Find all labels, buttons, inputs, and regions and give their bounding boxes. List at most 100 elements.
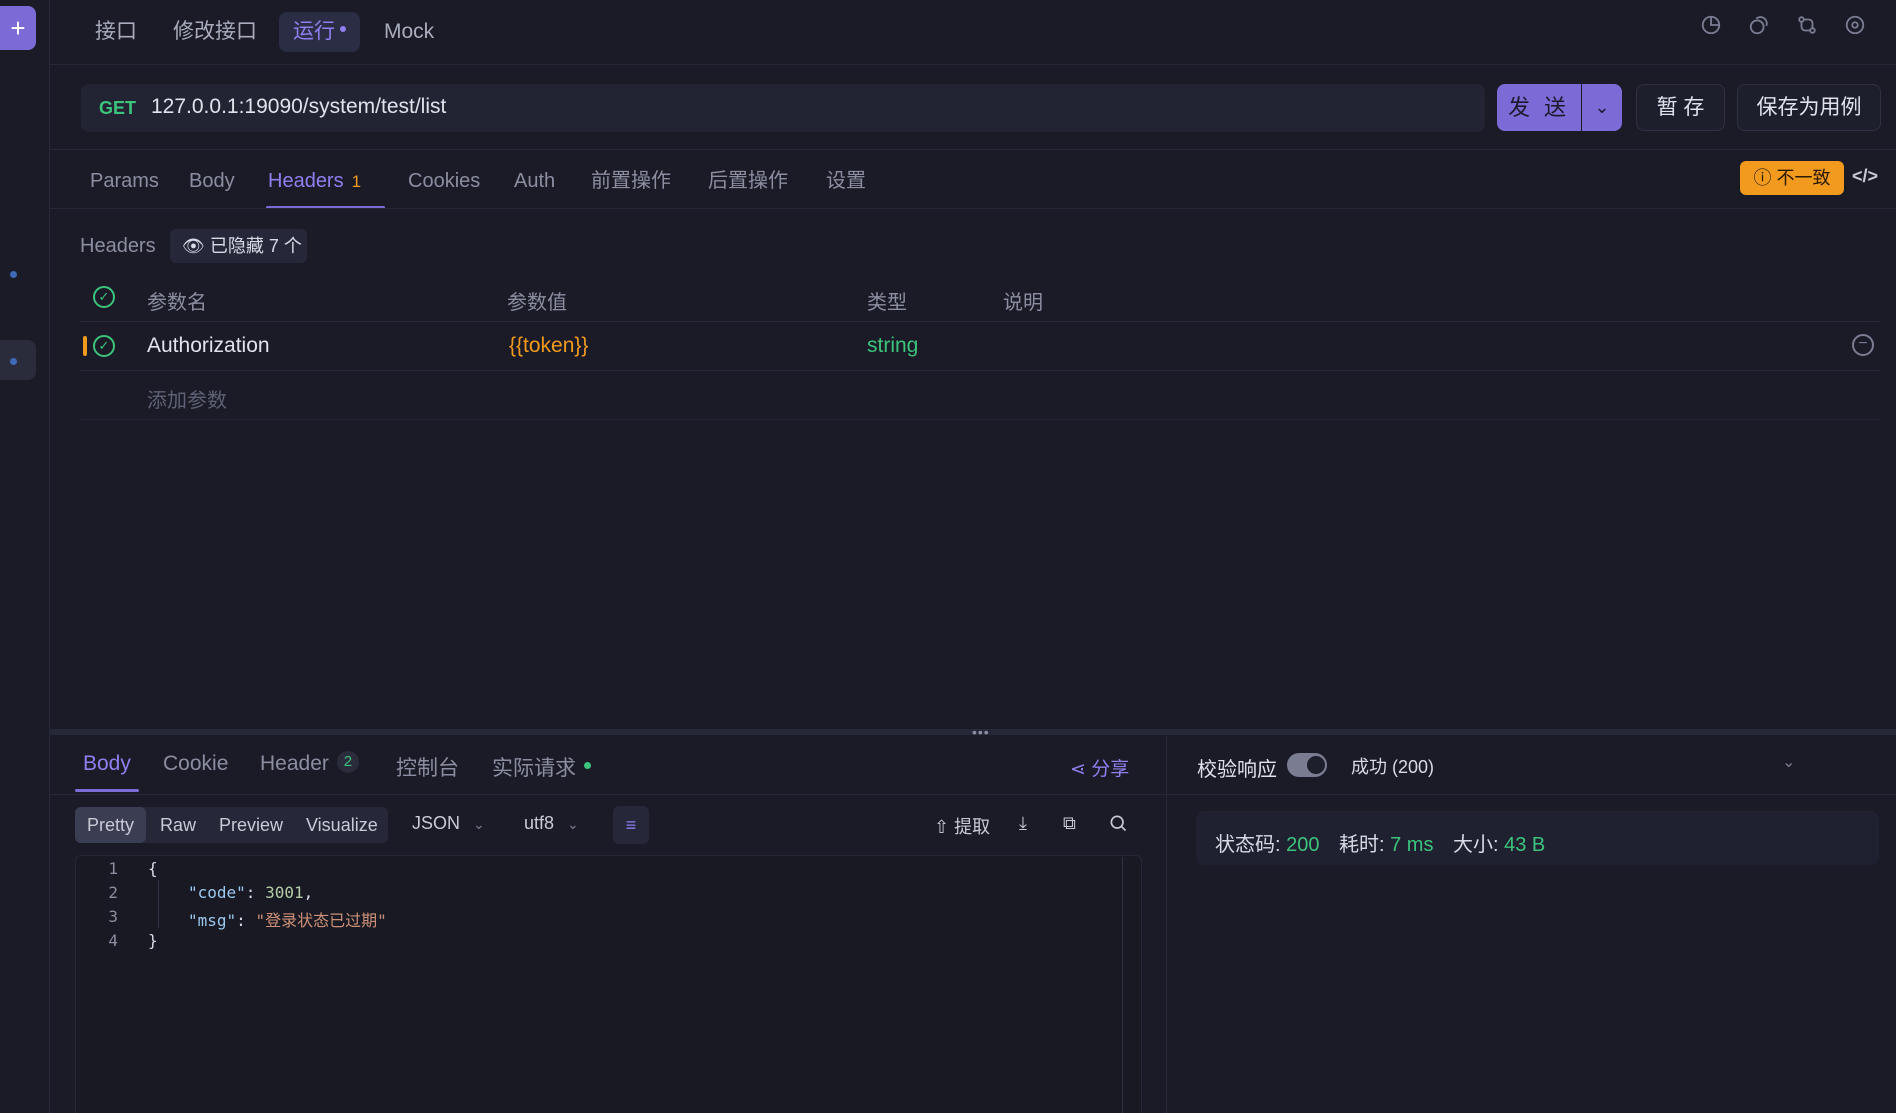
download-icon[interactable]: ⤓ (1019, 813, 1027, 834)
remove-row-icon[interactable]: − (1852, 334, 1874, 356)
git-compare-icon[interactable] (1792, 14, 1822, 44)
save-as-case-button[interactable]: 保存为用例 (1737, 84, 1881, 131)
encoding-select[interactable]: utf8 ⌄ (524, 813, 579, 834)
tab-post-actions[interactable]: 后置操作 (708, 166, 788, 206)
row-divider (80, 321, 1880, 322)
http-method[interactable]: GET (99, 98, 136, 119)
validate-response-toggle[interactable] (1287, 753, 1327, 777)
line-number: 1 (108, 859, 118, 878)
share-button[interactable]: ⋖ 分享 (1070, 754, 1129, 781)
header-type-cell[interactable]: string (867, 334, 918, 358)
tab-headers-label: Headers (268, 170, 344, 192)
unsaved-dot (340, 26, 346, 33)
resp-tab-console[interactable]: 控制台 (396, 752, 459, 782)
word-wrap-icon[interactable]: ≡ (613, 806, 649, 844)
resp-tab-actual-request[interactable]: 实际请求 (492, 752, 591, 782)
extract-button[interactable]: ⇧ 提取 (934, 813, 990, 839)
row-divider (80, 370, 1880, 371)
time-label: 耗时: (1339, 834, 1385, 856)
add-param-input[interactable]: 添加参数 (147, 384, 227, 413)
format-visualize[interactable]: Visualize (294, 807, 390, 843)
column-header-desc: 说明 (1003, 292, 1043, 314)
tab-headers[interactable]: Headers 1 (268, 166, 361, 206)
left-rail (0, 0, 50, 1113)
rail-indicator-dot (10, 271, 17, 278)
tab-edit-api[interactable]: 修改接口 (159, 12, 271, 52)
chevron-down-icon: ⌄ (473, 816, 485, 832)
hidden-headers-label: 已隐藏 7 个 (209, 236, 302, 256)
divider (50, 794, 1166, 795)
line-number: 3 (108, 907, 118, 926)
json-key: "msg" (188, 911, 237, 930)
json-string: "登录状态已过期" (255, 911, 387, 930)
send-button[interactable]: 发 送 (1497, 84, 1581, 131)
validation-result[interactable]: 成功 (200) (1351, 753, 1434, 779)
format-preview[interactable]: Preview (207, 807, 295, 843)
add-button[interactable]: + (0, 6, 36, 50)
upload-circle-icon: ⇧ (934, 817, 950, 837)
tab-params[interactable]: Params (90, 166, 159, 206)
resp-tab-cookie[interactable]: Cookie (163, 752, 228, 776)
language-select[interactable]: JSON ⌄ (412, 813, 485, 834)
chevron-down-icon: ⌄ (567, 816, 579, 832)
encoding-value: utf8 (524, 813, 555, 833)
format-pretty[interactable]: Pretty (75, 807, 147, 843)
time-stat: 耗时: 7 ms (1339, 828, 1433, 857)
search-icon[interactable] (1108, 813, 1128, 838)
hidden-headers-toggle[interactable]: 👁 已隐藏 7 个 (170, 229, 307, 263)
code-line: "msg": "登录状态已过期" (188, 911, 387, 930)
validate-response-label: 校验响应 (1197, 759, 1277, 781)
tab-cookies[interactable]: Cookies (408, 166, 480, 206)
settings-icon[interactable] (1840, 14, 1870, 44)
resp-tab-header[interactable]: Header 2 (260, 751, 359, 776)
language-value: JSON (412, 813, 461, 833)
column-header-value: 参数值 (507, 292, 567, 314)
divider (50, 64, 1896, 65)
divider (50, 149, 1896, 150)
extract-label: 提取 (954, 817, 991, 837)
tab-mock[interactable]: Mock (370, 12, 448, 52)
mismatch-label: 不一致 (1776, 168, 1831, 188)
copy-icon[interactable]: ⧉ (1063, 813, 1076, 834)
send-dropdown-button[interactable]: ⌄ (1582, 84, 1622, 131)
share-icon: ⋖ (1070, 759, 1086, 780)
chevron-down-icon: ⌄ (1594, 97, 1610, 117)
editor-scrollbar[interactable] (1122, 857, 1123, 1113)
indent-guide (158, 880, 159, 928)
pie-chart-icon[interactable] (1696, 14, 1726, 44)
line-number: 2 (108, 883, 118, 902)
headers-count-badge: 1 (351, 172, 362, 191)
json-key: "code" (188, 883, 246, 902)
code-line: "code": 3001, (188, 883, 314, 902)
line-number: 4 (108, 931, 118, 950)
drag-handle-icon[interactable]: ••• (972, 724, 990, 740)
tab-pre-actions[interactable]: 前置操作 (591, 166, 671, 206)
divider (1166, 794, 1896, 795)
url-input[interactable]: 127.0.0.1:19090/system/test/list (151, 95, 446, 119)
column-header-name: 参数名 (147, 292, 207, 314)
size-label: 大小: (1453, 834, 1499, 856)
modified-marker (83, 336, 87, 356)
chevron-down-icon[interactable]: ⌄ (1782, 752, 1795, 772)
code-line: { (148, 859, 158, 878)
format-raw[interactable]: Raw (148, 807, 208, 843)
save-draft-button[interactable]: 暂 存 (1636, 84, 1725, 131)
mismatch-badge[interactable]: ⓘ 不一致 (1740, 161, 1844, 195)
header-name-cell[interactable]: Authorization (147, 334, 270, 358)
tab-run[interactable]: 运行 (279, 12, 360, 52)
rail-selected-item[interactable] (0, 340, 36, 380)
tab-body[interactable]: Body (189, 166, 235, 206)
row-checkbox[interactable]: ✓ (93, 335, 115, 357)
rail-indicator-dot (10, 358, 17, 365)
select-all-checkbox[interactable]: ✓ (93, 286, 115, 308)
header-value-cell[interactable]: {{token}} (509, 334, 588, 358)
tab-auth[interactable]: Auth (514, 166, 555, 206)
warning-icon: ⓘ (1753, 168, 1772, 188)
code-icon[interactable]: </> (1852, 166, 1878, 187)
resp-tab-body[interactable]: Body (83, 752, 131, 776)
tab-api[interactable]: 接口 (81, 12, 151, 52)
copy-shapes-icon[interactable] (1744, 14, 1774, 44)
status-dot (584, 761, 591, 769)
time-value: 7 ms (1390, 834, 1434, 856)
tab-settings[interactable]: 设置 (826, 166, 866, 206)
